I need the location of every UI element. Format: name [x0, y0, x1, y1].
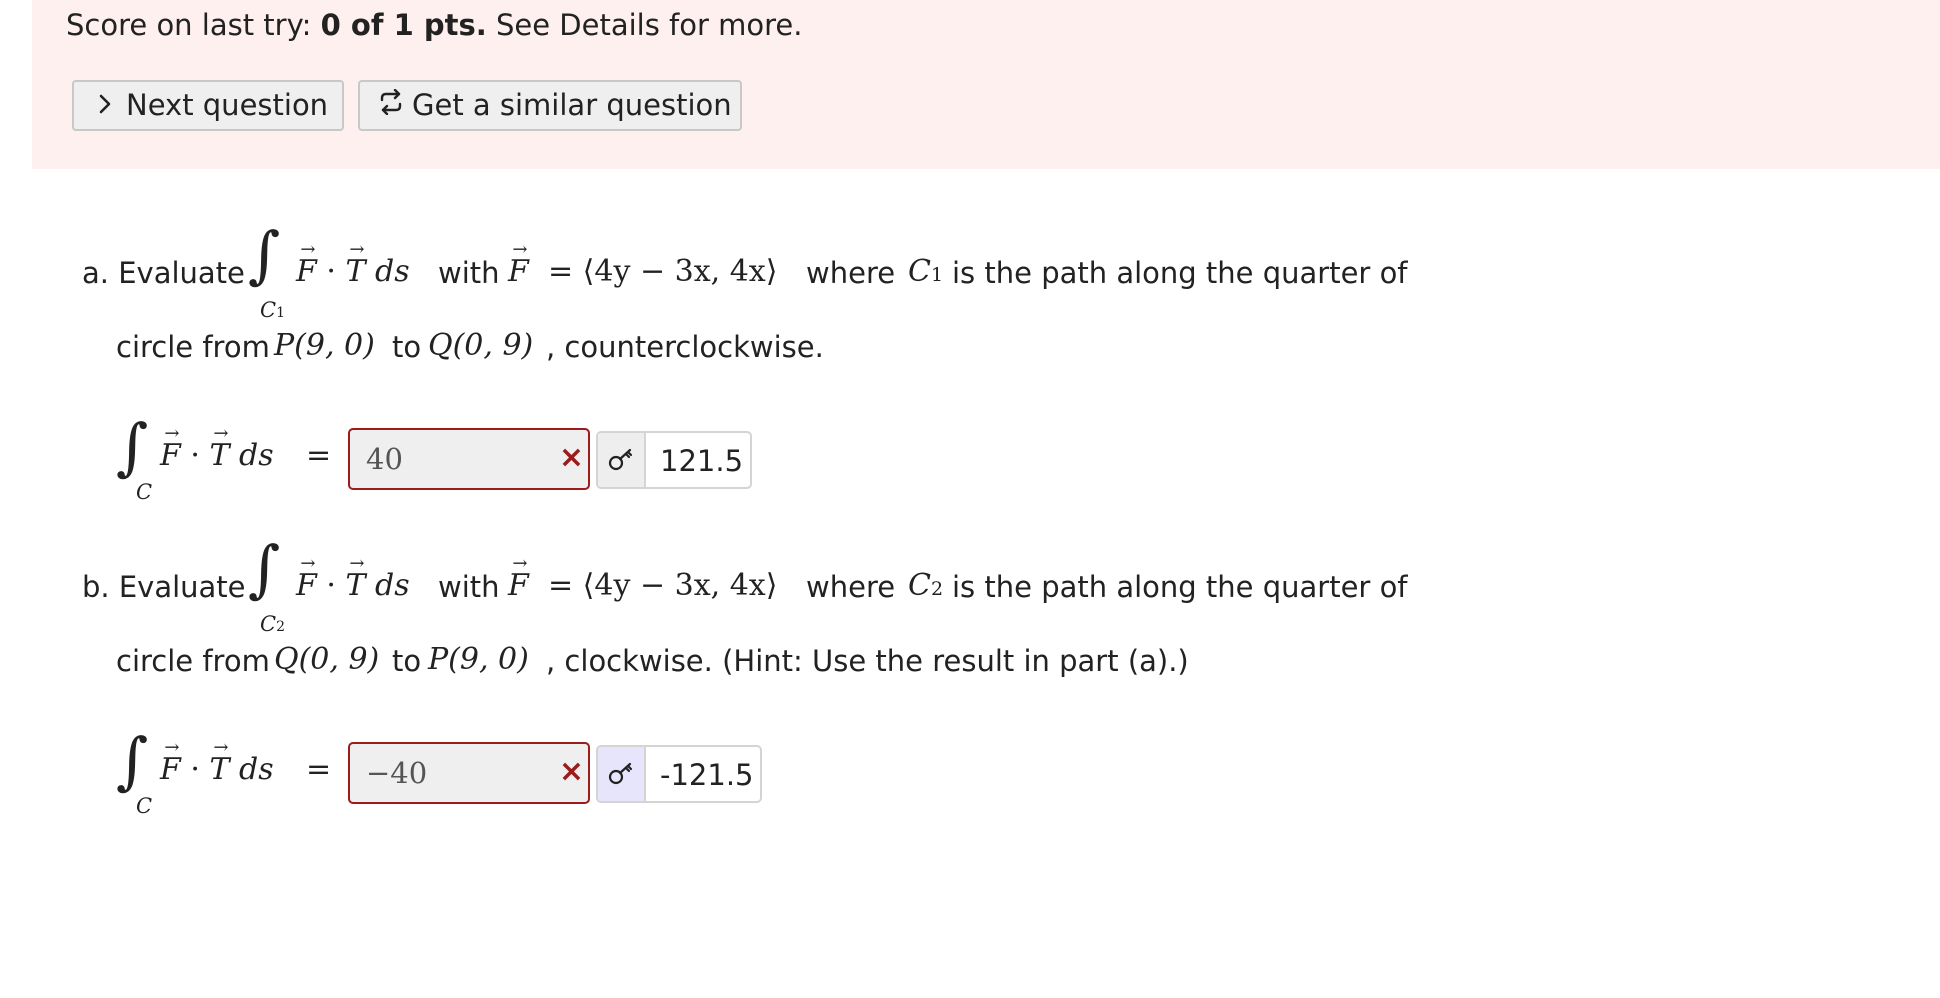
curve-name: C1: [908, 254, 944, 289]
vector-field: F: [508, 254, 529, 289]
line2-prefix: circle from: [116, 330, 270, 364]
part-a-label: a. Evaluate: [82, 256, 245, 290]
incorrect-icon: ×: [558, 440, 584, 475]
integrand: F · T ds: [296, 254, 410, 289]
end-point: P(9, 0): [428, 642, 529, 677]
to-text: to: [392, 330, 422, 364]
next-question-button[interactable]: Next question: [72, 80, 344, 131]
integral-subscript: C1: [260, 298, 285, 322]
answer-value-a: 40: [366, 442, 403, 476]
similar-question-label: Get a similar question: [412, 88, 732, 122]
incorrect-icon: ×: [558, 754, 584, 789]
where-text: where: [806, 256, 896, 290]
correct-answer-b: -121.5: [596, 745, 762, 803]
repeat-icon: [376, 82, 406, 129]
start-point: Q(0, 9): [274, 642, 380, 677]
with-text: with: [438, 256, 500, 290]
score-summary: Score on last try: 0 of 1 pts. See Detai…: [66, 8, 802, 42]
next-question-label: Next question: [126, 88, 329, 122]
part-b-label: b. Evaluate: [82, 570, 246, 604]
integral-subscript: C2: [260, 612, 285, 636]
correct-answer-a: 121.5: [596, 431, 752, 489]
curve-name: C2: [908, 568, 944, 603]
equals-sign: =: [306, 438, 332, 473]
integral-sign: ∫: [248, 532, 281, 605]
lhs-subscript: C: [136, 480, 153, 504]
correct-answer-value-a: 121.5: [660, 444, 744, 478]
answer-value-b: −40: [366, 756, 428, 790]
integral-sign: ∫: [248, 218, 281, 291]
answer-input-b[interactable]: −40 ×: [348, 742, 590, 804]
key-icon[interactable]: [598, 433, 646, 487]
key-icon[interactable]: [598, 747, 646, 801]
correct-answer-value-b: -121.5: [660, 758, 754, 792]
lhs-integrand: F · T ds: [160, 438, 274, 473]
equals-sign: =: [306, 752, 332, 787]
score-prefix: Score on last try:: [66, 8, 321, 42]
score-value: 0 of 1 pts.: [320, 8, 487, 42]
lhs-integrand: F · T ds: [160, 752, 274, 787]
integrand: F · T ds: [296, 568, 410, 603]
direction-text: , counterclockwise.: [546, 330, 824, 364]
field-definition: = ⟨4y − 3x, 4x⟩: [548, 568, 778, 603]
chevron-right-icon: [90, 82, 120, 129]
score-banner: Score on last try: 0 of 1 pts. See Detai…: [32, 0, 1940, 169]
score-suffix: See Details for more.: [486, 8, 803, 42]
to-text: to: [392, 644, 422, 678]
similar-question-button[interactable]: Get a similar question: [358, 80, 742, 131]
lhs-subscript: C: [136, 794, 153, 818]
curve-description: is the path along the quarter of: [952, 570, 1408, 604]
vector-field: F: [508, 568, 529, 603]
line2-prefix: circle from: [116, 644, 270, 678]
curve-description: is the path along the quarter of: [952, 256, 1408, 290]
lhs-integral-sign: ∫: [116, 410, 149, 483]
start-point: P(9, 0): [274, 328, 375, 363]
field-definition: = ⟨4y − 3x, 4x⟩: [548, 254, 778, 289]
direction-text: , clockwise. (Hint: Use the result in pa…: [546, 644, 1189, 678]
where-text: where: [806, 570, 896, 604]
answer-input-a[interactable]: 40 ×: [348, 428, 590, 490]
with-text: with: [438, 570, 500, 604]
end-point: Q(0, 9): [428, 328, 534, 363]
lhs-integral-sign: ∫: [116, 724, 149, 797]
